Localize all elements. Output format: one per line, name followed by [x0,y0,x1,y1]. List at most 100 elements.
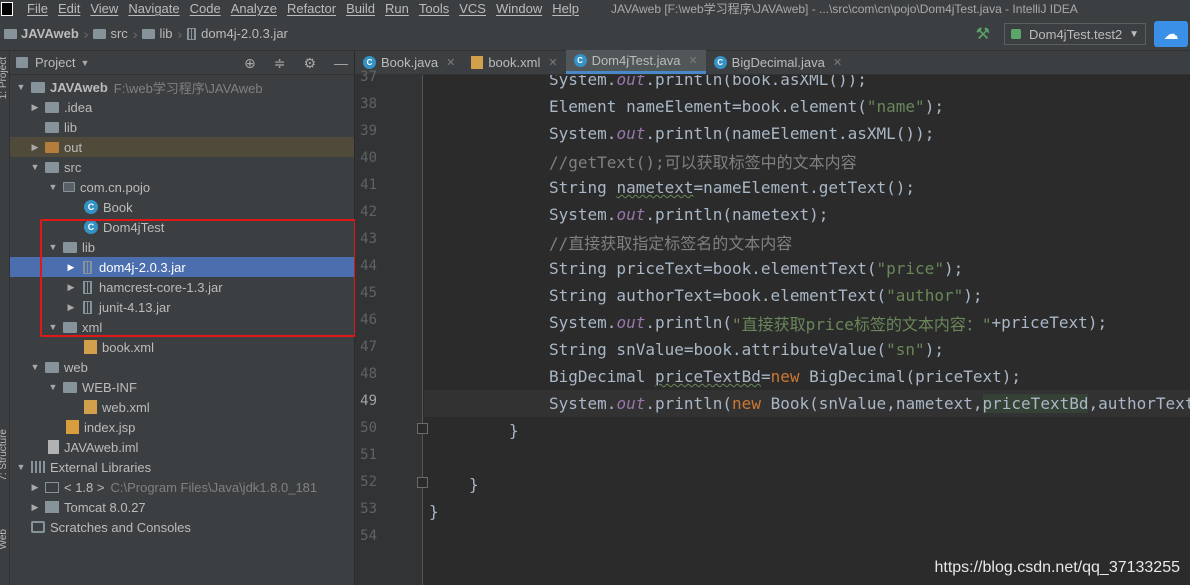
code-line-41[interactable]: String nametext =nameElement.getText(); [424,174,1190,201]
tool-tab-web[interactable]: Web [0,529,9,549]
close-icon[interactable]: ✕ [446,56,455,69]
cloud-sync-button[interactable]: ☁ [1154,21,1188,47]
code-line-52[interactable]: } [424,471,1190,498]
expand-arrow-icon[interactable]: ▼ [48,322,58,332]
tree-item-scratches[interactable]: Scratches and Consoles [10,517,354,537]
hide-panel-icon[interactable]: — [334,55,348,71]
breadcrumb-lib[interactable]: lib [142,26,173,41]
code-line-46[interactable]: System. out .println("直接获取price标签的文本内容：" +p… [424,309,1190,336]
menu-window[interactable]: Window [496,1,542,16]
tree-item-src[interactable]: ▼ src [10,157,354,177]
project-panel-title[interactable]: Project [35,55,75,70]
code-line-49-current[interactable]: System. out .println(new Book(snValue,name… [424,390,1190,417]
locate-target-icon[interactable]: ⊕ [244,55,256,72]
jar-icon [83,260,92,274]
menu-build[interactable]: Build [346,1,375,16]
tree-item-book-xml[interactable]: book.xml [10,337,354,357]
code-line-47[interactable]: String snValue=book.attributeValue("sn")… [424,336,1190,363]
code-line-40[interactable]: //getText();可以获取标签中的文本内容 [424,147,1190,174]
tree-item-index-jsp[interactable]: index.jsp [10,417,354,437]
code-line-39[interactable]: System. out .println(nameElement.asXML()); [424,120,1190,147]
collapsed-arrow-icon[interactable]: ▶ [66,262,76,273]
line-number: 41 [360,177,377,193]
tree-item-dom4jtest-class[interactable]: C Dom4jTest [10,217,354,237]
intellij-logo-icon [1,1,13,16]
menu-code[interactable]: Code [190,1,221,16]
menu-run[interactable]: Run [385,1,409,16]
collapsed-arrow-icon[interactable]: ▶ [30,142,40,153]
tool-tab-structure[interactable]: 7: Structure [0,429,9,481]
expand-arrow-icon[interactable]: ▼ [48,382,58,392]
tree-item-book-class[interactable]: C Book [10,197,354,217]
code-line-38[interactable]: Element nameElement=book.element("name")… [424,93,1190,120]
tree-item-jdk[interactable]: ▶ < 1.8 > C:\Program Files\Java\jdk1.8.0… [10,477,354,497]
tree-item-dom4j-jar[interactable]: ▶ dom4j-2.0.3.jar [10,257,354,277]
tree-item-lib-root[interactable]: lib [10,117,354,137]
chevron-down-icon[interactable]: ▼ [80,58,89,68]
code-line-53[interactable]: } [424,498,1190,525]
breadcrumb-src[interactable]: src [93,26,128,41]
menu-tools[interactable]: Tools [419,1,449,16]
tree-item-web-xml[interactable]: web.xml [10,397,354,417]
tab-dom4jtest-java[interactable]: C Dom4jTest.java ✕ [565,50,706,74]
tree-item-lib[interactable]: ▼ lib [10,237,354,257]
line-number: 40 [360,150,377,166]
menu-vcs[interactable]: VCS [459,1,486,16]
collapse-all-icon[interactable]: ≑ [274,55,286,72]
expand-arrow-icon[interactable]: ▼ [16,82,26,92]
close-icon[interactable]: ✕ [548,56,557,69]
code-line-44[interactable]: String priceText=book.elementText("price… [424,255,1190,282]
tree-item-external-libraries[interactable]: ▼ External Libraries [10,457,354,477]
tree-item-label: Scratches and Consoles [50,519,191,535]
menu-file[interactable]: File [27,1,48,16]
tree-item-web-inf[interactable]: ▼ WEB-INF [10,377,354,397]
breadcrumb-jar[interactable]: dom4j-2.0.3.jar [187,26,288,41]
code-line-50[interactable]: } [424,417,1190,444]
tree-item-package[interactable]: ▼ com.cn.pojo [10,177,354,197]
code-line-48[interactable]: BigDecimal priceTextBd = new BigDecimal(pr… [424,363,1190,390]
tree-item-path: F:\web学习程序\JAVAweb [113,80,263,96]
tree-item-hamcrest-jar[interactable]: ▶ hamcrest-core-1.3.jar [10,277,354,297]
code-line-43[interactable]: //直接获取指定标签名的文本内容 [424,228,1190,255]
tree-item-out[interactable]: ▶ out [10,137,354,157]
expand-arrow-icon[interactable]: ▼ [48,182,58,192]
tree-item-iml[interactable]: JAVAweb.iml [10,437,354,457]
code-area[interactable]: System. out .println(book.asXML()); Elemen… [424,75,1190,585]
tree-item-idea[interactable]: ▶ .idea [10,97,354,117]
menu-help[interactable]: Help [552,1,579,16]
tree-item-tomcat[interactable]: ▶ Tomcat 8.0.27 [10,497,354,517]
code-line-37[interactable]: System. out .println(book.asXML()); [424,75,1190,93]
tree-item-label: JAVAweb [50,79,108,95]
collapsed-arrow-icon[interactable]: ▶ [66,282,76,293]
menu-view[interactable]: View [90,1,118,16]
gear-icon[interactable]: ⚙ [303,55,316,72]
collapsed-arrow-icon[interactable]: ▶ [30,502,40,513]
tab-book-xml[interactable]: book.xml ✕ [463,50,565,74]
menu-refactor[interactable]: Refactor [287,1,336,16]
expand-arrow-icon[interactable]: ▼ [30,362,40,372]
collapsed-arrow-icon[interactable]: ▶ [30,102,40,113]
code-line-45[interactable]: String authorText=book.elementText("auth… [424,282,1190,309]
run-configuration-select[interactable]: Dom4jTest.test2 ▼ [1004,23,1146,45]
expand-arrow-icon[interactable]: ▼ [48,242,58,252]
expand-arrow-icon[interactable]: ▼ [16,462,26,472]
close-icon[interactable]: ✕ [833,56,842,69]
collapsed-arrow-icon[interactable]: ▶ [30,482,40,493]
tree-item-javaweb[interactable]: ▼ JAVAweb F:\web学习程序\JAVAweb [10,77,354,97]
collapsed-arrow-icon[interactable]: ▶ [66,302,76,313]
expand-arrow-icon[interactable]: ▼ [30,162,40,172]
menu-analyze[interactable]: Analyze [231,1,277,16]
menu-navigate[interactable]: Navigate [128,1,179,16]
tree-item-xml[interactable]: ▼ xml [10,317,354,337]
breadcrumb-project[interactable]: JAVAweb [4,26,79,41]
tree-item-label: dom4j-2.0.3.jar [99,259,186,275]
menu-edit[interactable]: Edit [58,1,80,16]
tab-bigdecimal-java[interactable]: C BigDecimal.java ✕ [706,50,850,74]
tree-item-web[interactable]: ▼ web [10,357,354,377]
tree-item-junit-jar[interactable]: ▶ junit-4.13.jar [10,297,354,317]
tab-label: Dom4jTest.java [591,53,681,68]
build-hammer-icon[interactable]: ⚒ [976,24,990,44]
tool-tab-project[interactable]: 1: Project [0,57,9,99]
code-line-42[interactable]: System. out .println(nametext); [424,201,1190,228]
close-icon[interactable]: ✕ [688,54,697,67]
